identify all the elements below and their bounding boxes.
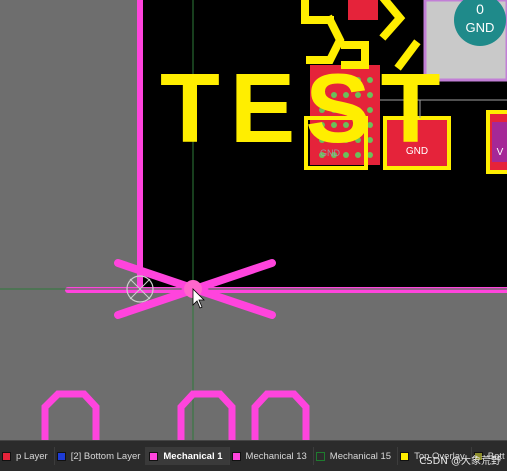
layer-tab-label: Mechanical 1 — [163, 450, 223, 462]
silkscreen-test-text[interactable]: TEST — [160, 53, 450, 163]
watermark-text: CSDN @大象荒野 — [419, 456, 501, 467]
smd-pad-3[interactable]: V — [486, 110, 507, 174]
layer-color-swatch — [56, 451, 66, 461]
layer-color-swatch — [231, 451, 241, 461]
layer-tab-top-layer[interactable]: p Layer — [0, 447, 55, 465]
layer-color-swatch — [315, 451, 325, 461]
layer-color-swatch — [2, 451, 11, 461]
layer-tab-mechanical-13[interactable]: Mechanical 13 — [228, 447, 314, 465]
pad-number-label: 0 — [476, 1, 484, 17]
layer-tab-mechanical-15[interactable]: Mechanical 15 — [312, 447, 399, 465]
layer-tab-bottom-layer[interactable]: [2] Bottom Layer — [53, 447, 148, 465]
layer-tab-label: [2] Bottom Layer — [70, 450, 141, 462]
layer-color-swatch — [149, 451, 159, 461]
layer-color-swatch — [400, 451, 410, 461]
layer-tab-mechanical-1[interactable]: Mechanical 1 — [145, 447, 230, 465]
pad-net-label: V — [497, 147, 504, 158]
layer-tab-label: Mechanical 13 — [245, 450, 307, 462]
pad-net-label-top: GND — [466, 20, 495, 35]
layer-tab-label: p Layer — [16, 450, 48, 462]
pcb-canvas[interactable]: 0 GND GND GND V TEST — [0, 0, 507, 440]
layer-tab-label: Mechanical 15 — [329, 450, 392, 462]
